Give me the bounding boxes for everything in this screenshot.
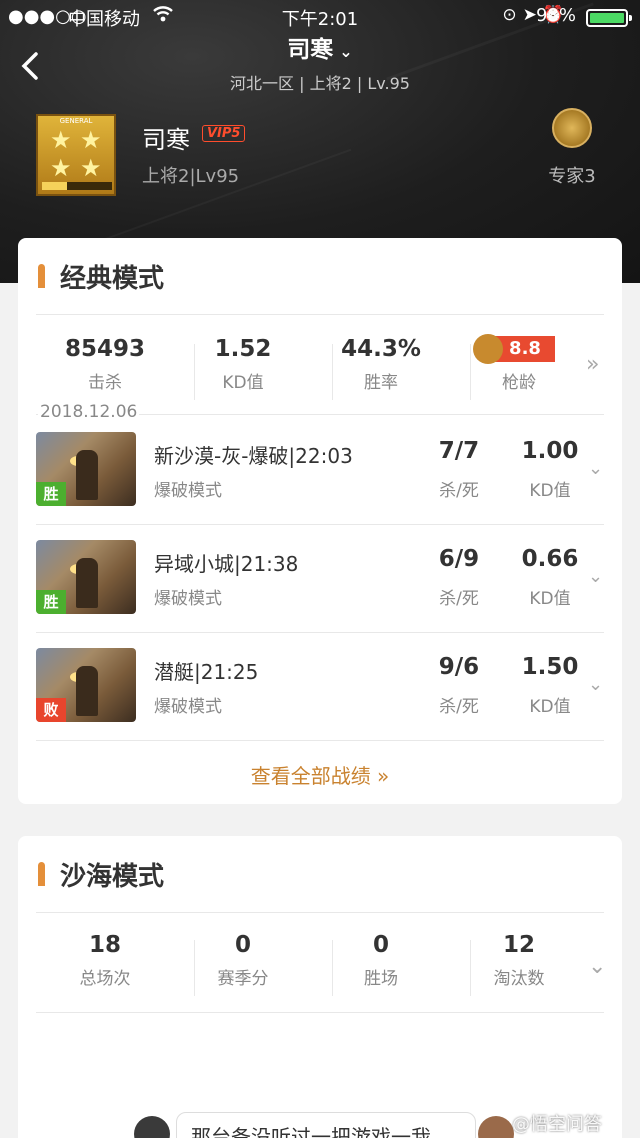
desert-mode-card: 沙海模式 18 总场次 0 赛季分 0 胜场 12 淘汰数 ⌄ (18, 836, 622, 1138)
page-title-text: 司寒 (287, 37, 334, 63)
expand-chevron-icon[interactable]: ⌄ (588, 674, 603, 695)
bullet-icon (38, 862, 45, 886)
stat-label: 枪龄 (502, 373, 536, 393)
kills-deaths: 9/6 (438, 654, 480, 680)
kd-ratio-label: KD值 (529, 589, 571, 609)
rank-badge-label: GENERAL (59, 117, 93, 125)
expert-medal-icon[interactable] (552, 108, 592, 148)
stat-kd: 1.52 KD值 (174, 336, 312, 393)
rotation-lock-icon: ⊙ (502, 5, 523, 25)
match-row[interactable]: 胜 新沙漠-灰-爆破|22:03 爆破模式 7/7 杀/死 1.00 KD值 ⌄ (36, 416, 608, 524)
stat-value: 1.52 (214, 336, 272, 362)
result-badge: 败 (36, 698, 66, 722)
match-name: 新沙漠-灰-爆破|22:03 (154, 444, 353, 468)
stat-gun-age: 8.8 枪龄 (450, 334, 588, 393)
result-badge: 胜 (36, 482, 66, 506)
stat-value: 8.8 (509, 338, 541, 359)
expand-chevron-icon[interactable]: ⌄ (588, 458, 603, 479)
expert-label: 专家3 (548, 166, 596, 187)
kd-ratio: 1.50 (521, 654, 579, 680)
battery-icon (586, 9, 632, 27)
match-row[interactable]: 胜 异域小城|21:38 爆破模式 6/9 杀/死 0.66 KD值 ⌄ (36, 524, 608, 632)
match-mode: 爆破模式 (154, 589, 222, 609)
battery-percent: 98% (535, 5, 576, 26)
rank-badge: GENERAL ★ ★ ★ ★ (36, 114, 116, 196)
stat-value: 0 (372, 932, 389, 958)
stat-wins: 0 胜场 (312, 932, 450, 989)
player-name: 司寒 (142, 126, 190, 154)
stat-label: 总场次 (79, 969, 131, 989)
kills-deaths: 6/9 (438, 546, 480, 572)
kd-ratio-label: KD值 (529, 697, 571, 717)
stat-label: 击杀 (88, 373, 122, 393)
map-thumbnail: 胜 (36, 432, 136, 506)
stat-eliminations: 12 淘汰数 (450, 932, 588, 989)
result-badge: 胜 (36, 590, 66, 614)
stat-label: 胜场 (364, 969, 398, 989)
stat-winrate: 44.3% 胜率 (312, 336, 450, 393)
desert-stats[interactable]: 18 总场次 0 赛季分 0 胜场 12 淘汰数 (36, 932, 588, 1012)
rank-progress (42, 182, 112, 190)
stat-label: 淘汰数 (493, 969, 545, 989)
kills-deaths-label: 杀/死 (439, 697, 479, 717)
kd-ratio: 1.00 (521, 438, 579, 464)
stat-value: 18 (88, 932, 121, 958)
star-icon: ★ (50, 126, 72, 154)
status-bar: ●●●○○ 中国移动 下午2:01 ⊙➤⏰ 98% (0, 0, 640, 34)
stat-label: 赛季分 (217, 969, 269, 989)
star-icon: ★ (80, 154, 102, 182)
view-all-records-link[interactable]: 查看全部战绩 » (18, 760, 622, 789)
stat-total-matches: 18 总场次 (36, 932, 174, 989)
classic-mode-card: 经典模式 85493 击杀 1.52 KD值 44.3% 胜率 8.8 枪龄 »… (18, 238, 622, 804)
kills-deaths-label: 杀/死 (439, 589, 479, 609)
server-rank-subtitle: 河北一区 | 上将2 | Lv.95 (230, 74, 410, 93)
page-title[interactable]: 司寒 ⌄ (0, 30, 640, 64)
gun-age-badge: 8.8 (473, 334, 555, 364)
match-mode: 爆破模式 (154, 697, 222, 717)
expand-chevron-icon[interactable]: ⌄ (588, 954, 606, 979)
stat-value: 12 (502, 932, 535, 958)
map-thumbnail: 败 (36, 648, 136, 722)
star-icon: ★ (80, 126, 102, 154)
watermark: @悟空问答 (512, 1114, 602, 1135)
kills-deaths-label: 杀/死 (439, 481, 479, 501)
player-rank: 上将2|Lv95 (142, 166, 240, 187)
kills-deaths: 7/7 (438, 438, 480, 464)
kd-ratio-label: KD值 (529, 481, 571, 501)
expand-chevron-icon[interactable]: ⌄ (588, 566, 603, 587)
kd-ratio: 0.66 (521, 546, 579, 572)
stat-kills: 85493 击杀 (36, 336, 174, 393)
chevron-down-icon: ⌄ (339, 42, 353, 61)
stat-value: 85493 (64, 336, 146, 362)
gun-age-icon (473, 334, 504, 364)
vip-badge: VIP5 (202, 125, 246, 142)
chat-bubble: 那台备没听过一把游戏一我 (176, 1112, 476, 1138)
match-name: 异域小城|21:38 (154, 552, 299, 576)
star-icon: ★ (50, 154, 72, 182)
map-thumbnail: 胜 (36, 540, 136, 614)
card-title: 沙海模式 (60, 862, 165, 892)
stat-label: KD值 (222, 373, 264, 393)
match-name: 潜艇|21:25 (154, 660, 259, 684)
stat-label: 胜率 (364, 373, 398, 393)
stat-season-score: 0 赛季分 (174, 932, 312, 989)
card-title: 经典模式 (60, 264, 165, 294)
stat-value: 44.3% (341, 336, 421, 362)
stat-value: 0 (234, 932, 251, 958)
chevron-right-icon[interactable]: » (586, 352, 599, 377)
match-row[interactable]: 败 潜艇|21:25 爆破模式 9/6 杀/死 1.50 KD值 ⌄ (36, 632, 608, 740)
match-mode: 爆破模式 (154, 481, 222, 501)
bullet-icon (38, 264, 45, 288)
